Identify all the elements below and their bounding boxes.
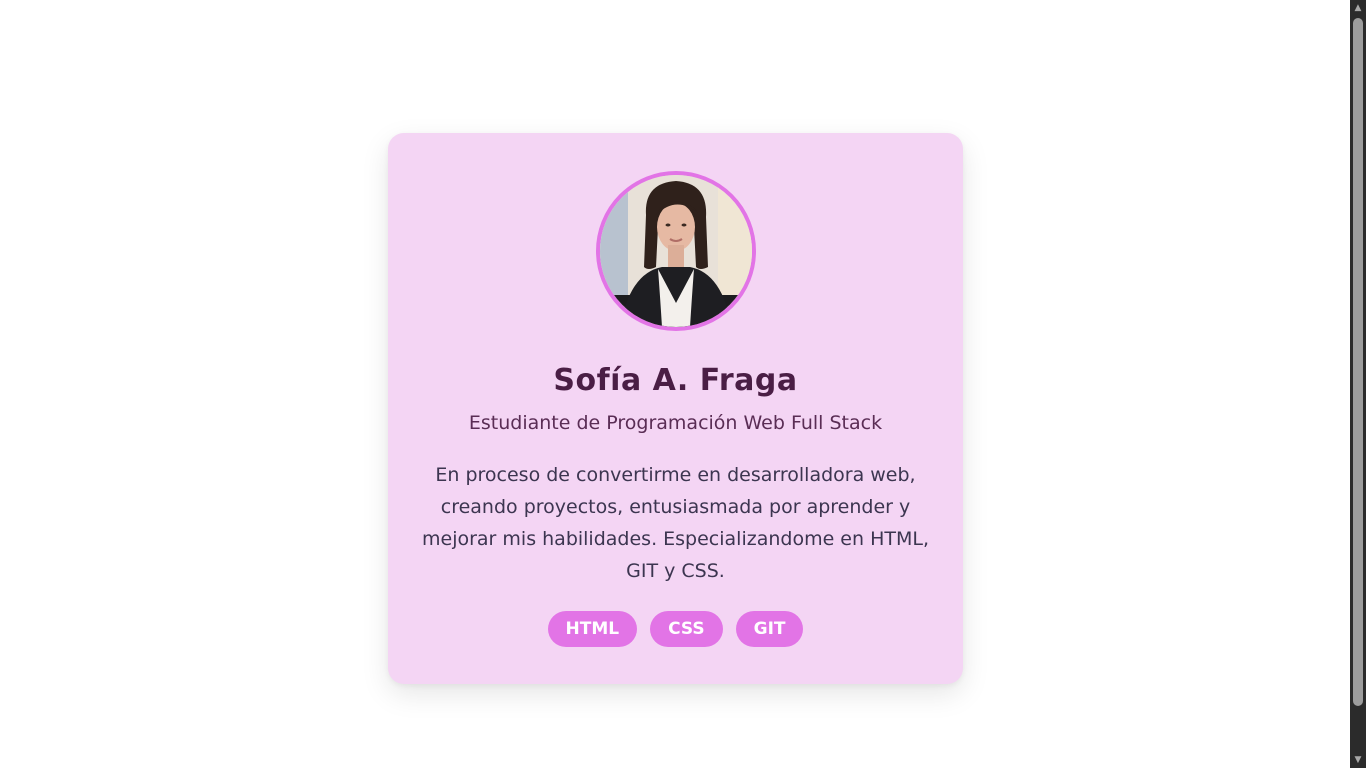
page-viewport: Sofía A. Fraga Estudiante de Programació… bbox=[0, 0, 1350, 768]
profile-photo-illustration bbox=[600, 175, 752, 327]
scrollbar-thumb[interactable] bbox=[1353, 18, 1363, 706]
profile-bio: En proceso de convertirme en desarrollad… bbox=[422, 464, 929, 582]
tag-git[interactable]: GIT bbox=[735, 611, 804, 647]
profile-name: Sofía A. Fraga bbox=[553, 363, 798, 398]
tag-html[interactable]: HTML bbox=[547, 611, 638, 647]
skill-tags: HTML CSS GIT bbox=[388, 611, 963, 647]
scroll-down-arrow-icon[interactable]: ▼ bbox=[1350, 752, 1366, 768]
profile-photo bbox=[596, 171, 756, 331]
scroll-up-arrow-icon[interactable]: ▲ bbox=[1350, 0, 1366, 16]
profile-card: Sofía A. Fraga Estudiante de Programació… bbox=[388, 133, 963, 684]
tag-css[interactable]: CSS bbox=[650, 611, 723, 647]
profile-role: Estudiante de Programación Web Full Stac… bbox=[468, 412, 883, 434]
vertical-scrollbar[interactable]: ▲ ▼ bbox=[1350, 0, 1366, 768]
